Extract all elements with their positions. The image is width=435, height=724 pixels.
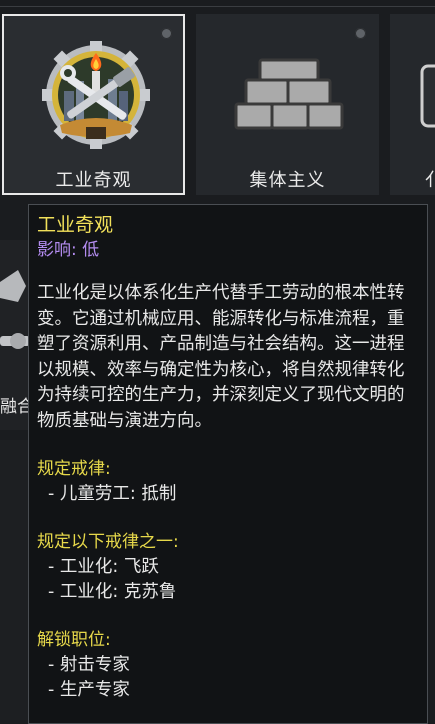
section-heading: 解锁职位: xyxy=(37,630,111,650)
left-panel-fragment-lower xyxy=(0,440,30,720)
top-divider xyxy=(0,6,435,7)
status-dot xyxy=(161,28,172,39)
section-item: - 工业化: 克苏鲁 xyxy=(48,582,177,602)
partial-tool-icon xyxy=(0,270,30,349)
brick-wall-icon xyxy=(234,58,344,130)
section-item: - 生产专家 xyxy=(48,680,130,700)
section-heading: 规定以下戒律之一: xyxy=(37,532,179,552)
ideology-tile-collectivism[interactable]: 集体主义 xyxy=(196,14,379,195)
ideology-tile-industrial-wonder[interactable]: 工业奇观 xyxy=(2,14,185,195)
ideology-tile-partial[interactable]: 亻 xyxy=(390,14,435,195)
tooltip-description: 工业化是以体系化生产代替手工劳动的根本性转变。它通过机械应用、能源转化与标准流程… xyxy=(37,283,405,431)
tooltip-impact: 影响: 低 xyxy=(37,240,100,260)
section-item: - 工业化: 飞跃 xyxy=(48,557,159,577)
tile-label: 亻 xyxy=(425,166,435,192)
section-heading: 规定戒律: xyxy=(37,459,111,479)
partial-emblem-icon xyxy=(420,64,435,128)
tile-label: 集体主义 xyxy=(249,170,326,191)
section-item: - 儿童劳工: 抵制 xyxy=(48,484,177,504)
tooltip-title: 工业奇观 xyxy=(37,214,114,236)
tile-label: 工业奇观 xyxy=(55,170,132,191)
gear-wrench-emblem-icon xyxy=(42,41,150,149)
ideology-tooltip: 工业奇观 影响: 低 工业化是以体系化生产代替手工劳动的根本性转变。它通过机械应… xyxy=(28,204,428,724)
section-item: - 射击专家 xyxy=(48,655,130,675)
status-dot xyxy=(355,28,366,39)
